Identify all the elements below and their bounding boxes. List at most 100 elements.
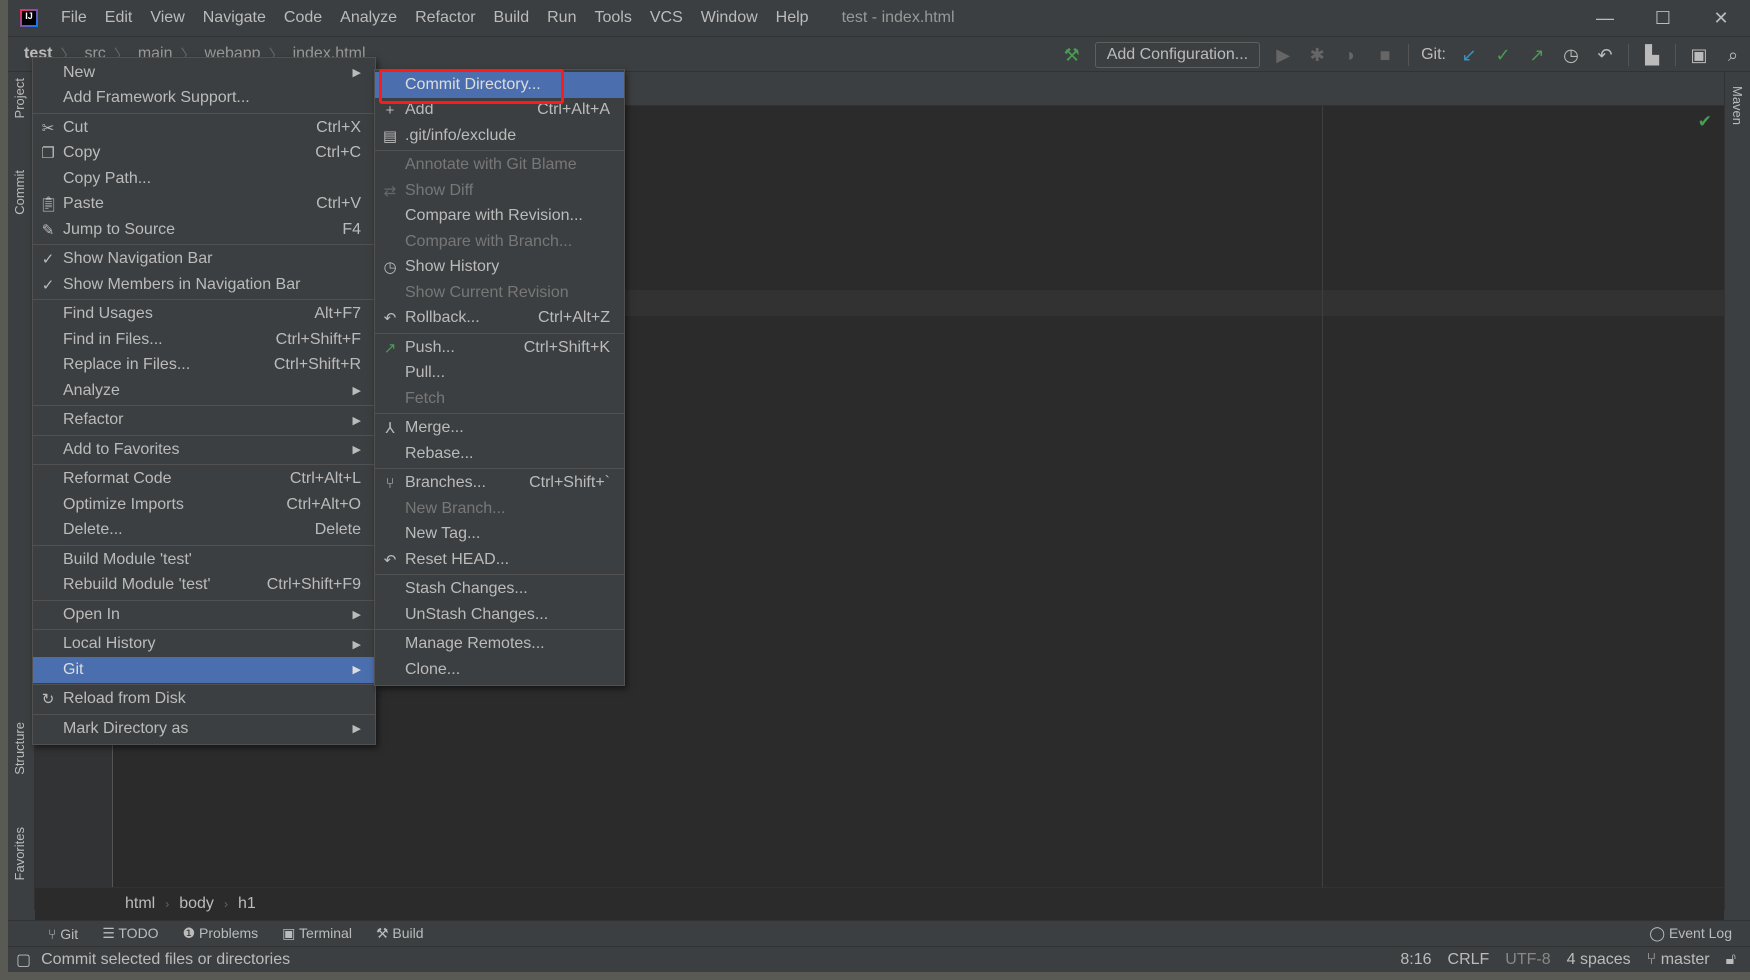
menu-item-find-usages[interactable]: Find Usages Alt+F7: [33, 302, 375, 328]
menu-item-reformat-code[interactable]: Reformat Code Ctrl+Alt+L: [33, 467, 375, 493]
history-icon[interactable]: ◷: [1560, 45, 1582, 66]
menu-file[interactable]: File: [52, 9, 96, 27]
menu-item-replace-in-files[interactable]: Replace in Files... Ctrl+Shift+R: [33, 353, 375, 379]
tool-window-build[interactable]: ⚒ Build: [376, 925, 424, 942]
close-button[interactable]: ✕: [1692, 0, 1750, 36]
menu-item-new-tag[interactable]: New Tag...: [375, 522, 624, 548]
search-icon[interactable]: ⌕: [1722, 45, 1744, 66]
git-commit-icon[interactable]: ✓: [1492, 45, 1514, 66]
menu-item-local-history[interactable]: Local History ▶: [33, 632, 375, 658]
menu-build[interactable]: Build: [485, 9, 539, 27]
menu-item--git-info-exclude[interactable]: ▤ .git/info/exclude: [375, 123, 624, 149]
tool-window-todo[interactable]: ☰ TODO: [102, 925, 158, 942]
editor-breadcrumb-item[interactable]: html: [125, 895, 155, 913]
caret-position[interactable]: 8:16: [1400, 951, 1431, 969]
menu-item-show-navigation-bar[interactable]: ✓ Show Navigation Bar: [33, 247, 375, 273]
menu-item-copy[interactable]: ❐ Copy Ctrl+C: [33, 141, 375, 167]
menu-item-manage-remotes[interactable]: Manage Remotes...: [375, 632, 624, 658]
menu-item-refactor[interactable]: Refactor ▶: [33, 408, 375, 434]
menu-item-add-to-favorites[interactable]: Add to Favorites ▶: [33, 437, 375, 463]
menu-navigate[interactable]: Navigate: [194, 9, 275, 27]
indent-setting[interactable]: 4 spaces: [1567, 951, 1631, 969]
menu-separator: [33, 544, 375, 546]
menu-item-open-in[interactable]: Open In ▶: [33, 602, 375, 628]
tool-window-git[interactable]: ⑂ Git: [48, 926, 78, 942]
build-hammer-icon[interactable]: ⚒: [1061, 45, 1083, 66]
menu-item-pull[interactable]: Pull...: [375, 361, 624, 387]
menu-tools[interactable]: Tools: [585, 9, 640, 27]
menu-item-compare-with-revision[interactable]: Compare with Revision...: [375, 204, 624, 230]
tool-window-problems[interactable]: ❶ Problems: [183, 925, 259, 942]
submenu-arrow-icon: ▶: [352, 638, 361, 651]
git-update-icon[interactable]: ↙: [1458, 45, 1480, 66]
run-icon[interactable]: ▶: [1272, 45, 1294, 66]
rollback-icon[interactable]: ↶: [1594, 45, 1616, 66]
project-structure-icon[interactable]: ▙: [1641, 45, 1663, 66]
menu-item-branches[interactable]: ⑂ Branches... Ctrl+Shift+`: [375, 471, 624, 497]
file-encoding[interactable]: UTF-8: [1505, 951, 1550, 969]
tool-window-terminal[interactable]: ▣ Terminal: [282, 925, 352, 942]
pencil-icon: ✎: [41, 221, 55, 239]
menu-analyze[interactable]: Analyze: [331, 9, 406, 27]
git-push-icon[interactable]: ↗: [1526, 45, 1548, 66]
line-separator[interactable]: CRLF: [1448, 951, 1490, 969]
menu-item-new[interactable]: New ▶: [33, 60, 375, 86]
menu-item-unstash-changes[interactable]: UnStash Changes...: [375, 602, 624, 628]
menu-item-show-members-in-navigation-bar[interactable]: ✓ Show Members in Navigation Bar: [33, 272, 375, 298]
terminal-window-icon[interactable]: ▣: [1688, 45, 1710, 66]
menu-item-reset-head[interactable]: ↶ Reset HEAD...: [375, 547, 624, 573]
editor-breadcrumb-item[interactable]: body: [179, 895, 214, 913]
add-configuration-button[interactable]: Add Configuration...: [1094, 42, 1261, 68]
menu-item-paste[interactable]: 📋︎ Paste Ctrl+V: [33, 192, 375, 218]
menu-item-optimize-imports[interactable]: Optimize Imports Ctrl+Alt+O: [33, 492, 375, 518]
menu-window[interactable]: Window: [692, 9, 767, 27]
menu-item-analyze[interactable]: Analyze ▶: [33, 378, 375, 404]
menu-item-reload-from-disk[interactable]: ↻ Reload from Disk: [33, 687, 375, 713]
stop-icon[interactable]: ■: [1374, 45, 1396, 66]
menu-item-show-history[interactable]: ◷ Show History: [375, 255, 624, 281]
maven-tool-button[interactable]: Maven: [1730, 86, 1745, 125]
menu-item-merge[interactable]: ⅄ Merge...: [375, 416, 624, 442]
git-branch-widget[interactable]: ⑂ master: [1647, 951, 1710, 969]
menu-vcs[interactable]: VCS: [641, 9, 692, 27]
menu-item-commit-directory[interactable]: Commit Directory...: [375, 72, 624, 98]
menu-item-show-diff: ⇄ Show Diff: [375, 178, 624, 204]
menu-help[interactable]: Help: [767, 9, 818, 27]
menu-item-copy-path[interactable]: Copy Path...: [33, 166, 375, 192]
menu-item-mark-directory-as[interactable]: Mark Directory as ▶: [33, 716, 375, 742]
menu-run[interactable]: Run: [538, 9, 585, 27]
commit-tool-button[interactable]: Commit: [12, 170, 27, 215]
minimize-button[interactable]: —: [1576, 0, 1634, 36]
menu-item-add[interactable]: + Add Ctrl+Alt+A: [375, 98, 624, 124]
menu-separator: [33, 629, 375, 630]
menu-item-label: New: [63, 63, 96, 81]
menu-item-find-in-files[interactable]: Find in Files... Ctrl+Shift+F: [33, 327, 375, 353]
project-tool-button[interactable]: Project: [12, 78, 27, 118]
menu-item-rollback[interactable]: ↶ Rollback... Ctrl+Alt+Z: [375, 306, 624, 332]
menu-item-label: Replace in Files...: [63, 356, 191, 374]
menu-edit[interactable]: Edit: [96, 9, 142, 27]
menu-refactor[interactable]: Refactor: [406, 9, 484, 27]
menu-item-git[interactable]: Git ▶: [33, 657, 375, 683]
menu-view[interactable]: View: [141, 9, 193, 27]
menu-item-stash-changes[interactable]: Stash Changes...: [375, 577, 624, 603]
menu-item-build-module-test[interactable]: Build Module 'test': [33, 547, 375, 573]
favorites-tool-button[interactable]: Favorites: [12, 827, 27, 880]
menu-item-rebuild-module-test[interactable]: Rebuild Module 'test' Ctrl+Shift+F9: [33, 573, 375, 599]
menu-item-push[interactable]: ↗ Push... Ctrl+Shift+K: [375, 335, 624, 361]
debug-icon[interactable]: ✱: [1306, 45, 1328, 66]
menu-item-cut[interactable]: ✂ Cut Ctrl+X: [33, 115, 375, 141]
menu-item-add-framework-support[interactable]: Add Framework Support...: [33, 86, 375, 112]
menu-item-delete[interactable]: Delete... Delete: [33, 518, 375, 544]
menu-item-jump-to-source[interactable]: ✎ Jump to Source F4: [33, 217, 375, 243]
editor-breadcrumb-item[interactable]: h1: [238, 895, 256, 913]
coverage-icon[interactable]: ◗: [1340, 45, 1362, 66]
lock-icon[interactable]: 🔓︎: [1726, 951, 1736, 969]
menu-code[interactable]: Code: [275, 9, 331, 27]
maximize-button[interactable]: ☐: [1634, 0, 1692, 36]
menu-item-rebase[interactable]: Rebase...: [375, 441, 624, 467]
status-toggle-icon[interactable]: ▢: [16, 950, 31, 970]
event-log-button[interactable]: ◯ Event Log: [1649, 925, 1732, 942]
menu-item-clone[interactable]: Clone...: [375, 657, 624, 683]
structure-tool-button[interactable]: Structure: [12, 722, 27, 775]
